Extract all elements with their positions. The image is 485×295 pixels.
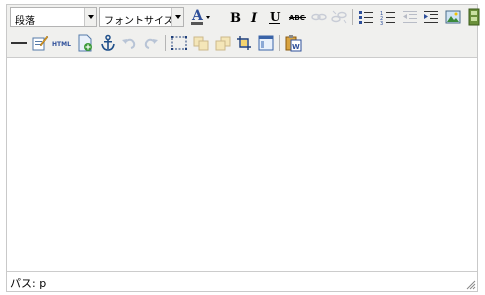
rich-text-editor: 段落 フォントサイズ A B I U 1 2 3 HTML W パス: p: [6, 4, 480, 292]
image-icon: [445, 10, 461, 24]
forecolor-icon: A: [191, 8, 210, 25]
visual-aid-button[interactable]: [170, 34, 188, 52]
insert-media-button[interactable]: [465, 8, 483, 26]
outdent-icon: [403, 11, 417, 23]
italic-button[interactable]: I: [246, 8, 264, 26]
editor-statusbar: パス: p: [7, 271, 477, 291]
html-source-icon: HTML: [52, 41, 71, 48]
horizontal-rule-icon: [11, 42, 27, 44]
svg-text:3: 3: [380, 21, 383, 26]
svg-text:HTML: HTML: [52, 41, 71, 48]
editor-content-area[interactable]: [7, 58, 477, 272]
cleanup-button[interactable]: [31, 34, 49, 52]
toolbar-separator: [352, 9, 353, 25]
bold-icon: B: [230, 11, 241, 26]
italic-icon: I: [250, 11, 258, 26]
media-icon: [468, 8, 480, 26]
svg-text:W: W: [292, 43, 300, 51]
format-select[interactable]: 段落: [10, 7, 97, 27]
toolbar-separator: [165, 35, 166, 51]
new-document-button[interactable]: [76, 34, 94, 52]
paste-button[interactable]: [214, 34, 232, 52]
chevron-down-icon: [171, 8, 183, 26]
resize-handle-icon[interactable]: [464, 278, 476, 290]
visual-aid-icon: [171, 36, 187, 50]
horizontal-rule-button[interactable]: [10, 34, 28, 52]
redo-button[interactable]: [142, 34, 160, 52]
document-add-icon: [78, 34, 92, 52]
element-path: パス: p: [10, 275, 46, 291]
svg-text:A: A: [191, 8, 204, 24]
paste-word-button[interactable]: W: [284, 34, 302, 52]
numbered-list-button[interactable]: 1 2 3: [379, 8, 397, 26]
layer-button[interactable]: [257, 34, 275, 52]
undo-button[interactable]: [120, 34, 138, 52]
outdent-button[interactable]: [401, 8, 419, 26]
copy-icon: [193, 36, 209, 51]
anchor-button[interactable]: [99, 34, 117, 52]
cleanup-icon: [32, 35, 49, 51]
bullet-list-icon: [359, 11, 373, 24]
strikethrough-button[interactable]: ABC: [288, 8, 308, 26]
toolbar-row-1: 段落 フォントサイズ A B I U 1 2 3: [7, 5, 480, 29]
indent-button[interactable]: [422, 8, 440, 26]
layer-icon: [258, 35, 274, 51]
path-element-link[interactable]: p: [39, 277, 46, 290]
unlink-button[interactable]: [330, 8, 348, 26]
numbered-list-icon: 1 2 3: [380, 11, 395, 26]
path-label: パス:: [10, 277, 36, 290]
link-button[interactable]: [310, 8, 328, 26]
html-source-button[interactable]: HTML: [51, 34, 73, 52]
unlink-icon: [331, 10, 347, 24]
format-select-value: 段落: [15, 16, 35, 27]
insert-image-button[interactable]: [444, 8, 462, 26]
copy-button[interactable]: [192, 34, 210, 52]
bullet-list-button[interactable]: [357, 8, 375, 26]
toolbar-row-2: HTML W: [7, 31, 477, 55]
font-size-select-value: フォントサイズ: [104, 16, 174, 27]
link-icon: [311, 13, 327, 21]
font-size-select[interactable]: フォントサイズ: [99, 7, 184, 27]
paste-word-icon: W: [285, 35, 302, 52]
undo-icon: [122, 38, 136, 49]
svg-text:I: I: [250, 11, 258, 26]
crop-icon: [237, 36, 251, 50]
strikethrough-icon: ABC: [289, 14, 306, 22]
anchor-icon: [101, 34, 115, 51]
crop-button[interactable]: [235, 34, 253, 52]
underline-icon: U: [269, 10, 281, 24]
bold-button[interactable]: B: [226, 8, 244, 26]
svg-text:B: B: [230, 11, 241, 26]
redo-icon: [144, 38, 158, 49]
indent-icon: [424, 11, 438, 23]
forecolor-button[interactable]: A: [188, 8, 212, 26]
editor-toolbar: 段落 フォントサイズ A B I U 1 2 3 HTML W: [7, 5, 480, 58]
svg-text:U: U: [270, 10, 281, 24]
underline-button[interactable]: U: [266, 8, 284, 26]
paste-icon: [215, 36, 231, 51]
chevron-down-icon: [84, 8, 96, 26]
toolbar-separator: [279, 35, 280, 51]
